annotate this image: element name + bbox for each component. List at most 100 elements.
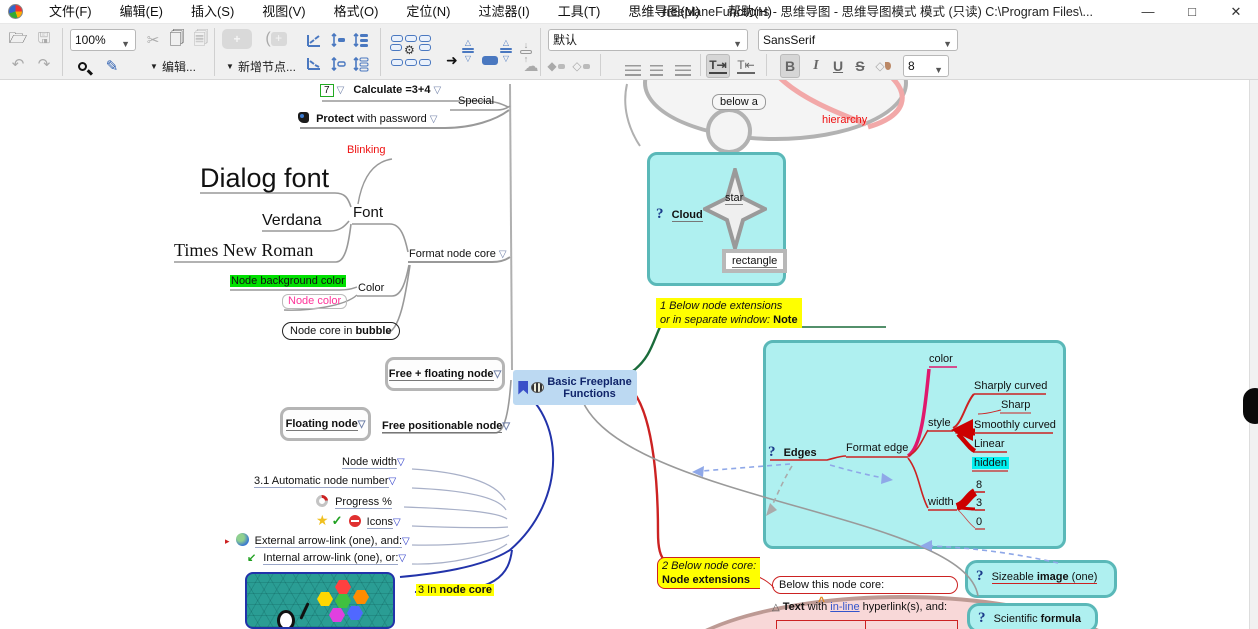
node-background-color[interactable]: Node background color [230, 275, 346, 287]
node-cloud[interactable]: ? Cloud [656, 206, 703, 223]
node-font[interactable]: Font [353, 204, 383, 221]
fold-triangle-icon[interactable]: ▽ [337, 85, 345, 96]
strikethrough-button[interactable]: S [850, 54, 870, 78]
menu-file[interactable]: 文件(F) [35, 0, 106, 24]
node-edge-style[interactable]: style [928, 417, 951, 429]
cloud-style-icon[interactable]: ☁ [520, 54, 542, 78]
unfold-one-level-icon[interactable]: △▽ [462, 38, 474, 62]
text-direction-ltr-icon[interactable]: T⇥ [706, 54, 730, 78]
menu-filter[interactable]: 过滤器(I) [464, 0, 543, 24]
fold-triangle-icon[interactable]: ▽ [397, 457, 405, 468]
node-free-positionable[interactable]: Free positionable node▽ [382, 420, 510, 432]
node-below-this-core[interactable]: Below this node core: [772, 576, 958, 594]
zoom-select[interactable]: 100%▼ [70, 29, 136, 51]
new-node-dropdown[interactable]: ▼新增节点... [218, 54, 304, 78]
copy-format-icon[interactable]: ◆ [545, 54, 567, 78]
italic-button[interactable]: I [806, 54, 826, 78]
node-color-group[interactable]: Color [358, 282, 384, 294]
fold-triangle-icon[interactable]: ▽ [430, 114, 438, 125]
rectangle-shape-node[interactable]: rectangle [722, 249, 787, 273]
indent-list-icon[interactable] [352, 52, 370, 76]
node-free-floating[interactable]: Free + floating node▽ [385, 357, 505, 391]
node-width-item[interactable]: Node width▽ [342, 456, 405, 468]
new-sibling-node-icon[interactable]: (+ [258, 29, 294, 49]
menu-tools[interactable]: 工具(T) [544, 0, 615, 24]
fold-triangle-icon[interactable]: ▽ [358, 419, 366, 430]
paste-icon[interactable]: 🗐 [190, 28, 212, 52]
node-times-new-roman[interactable]: Times New Roman [174, 240, 313, 261]
edit-pencil-icon[interactable]: ✎ [100, 54, 124, 78]
menu-insert[interactable]: 插入(S) [177, 0, 248, 24]
node-below-a[interactable]: below a [712, 94, 766, 110]
node-down-icon[interactable] [330, 52, 346, 76]
fold-triangle-icon[interactable]: ▽ [499, 249, 507, 260]
node-icons[interactable]: ★ ✓ Icons▽ [316, 512, 401, 529]
node-linear[interactable]: Linear [974, 438, 1005, 450]
search-icon[interactable] [70, 54, 94, 78]
node-blinking[interactable]: Blinking [347, 144, 386, 156]
fold-one-level-icon[interactable]: △▽ [500, 38, 512, 62]
node-floating[interactable]: Floating node▽ [280, 407, 371, 441]
node-verdana[interactable]: Verdana [262, 212, 322, 230]
node-text-hyperlink[interactable]: △ Text with in-line hyperlink(s), and: [772, 601, 947, 613]
minimize-button[interactable]: — [1126, 0, 1170, 24]
fold-triangle-icon[interactable]: ▽ [494, 369, 502, 380]
node-dialog-font[interactable]: Dialog font [200, 163, 329, 194]
underline-button[interactable]: U [828, 54, 848, 78]
node-width-3[interactable]: 3 [976, 497, 982, 509]
font-size-select[interactable]: 8▼ [903, 55, 949, 77]
node-external-link[interactable]: ▸ External arrow-link (one), and:▽ [225, 531, 410, 547]
close-button[interactable]: ✕ [1214, 0, 1258, 24]
outdent-list-icon[interactable] [352, 28, 370, 52]
cut-icon[interactable]: ✂ [142, 28, 164, 52]
node-in-core[interactable]: 3 In node core [416, 584, 494, 596]
copy-icon[interactable]: 🗍 [166, 28, 188, 52]
fold-triangle-icon[interactable]: ▽ [502, 421, 510, 432]
align-center-icon[interactable] [650, 58, 663, 82]
fold-triangle-icon[interactable]: ▽ [389, 476, 397, 487]
fold-triangle-icon[interactable]: ▽ [398, 553, 406, 564]
node-auto-number[interactable]: 3.1 Automatic node number▽ [254, 475, 396, 487]
text-direction-rtl-icon[interactable]: T⇤ [734, 54, 758, 78]
node-smoothly-curved[interactable]: Smoothly curved [974, 419, 1056, 431]
node-sharply-curved[interactable]: Sharply curved [974, 380, 1047, 392]
save-icon[interactable]: 🖫 [32, 28, 56, 52]
paste-format-icon[interactable]: ◇ [570, 54, 592, 78]
node-calculate[interactable]: 7 ▽ Calculate =3+4 ▽ [320, 84, 441, 96]
node-edge-width[interactable]: width [928, 496, 954, 508]
root-node-basic-freeplane-functions[interactable]: Basic FreeplaneFunctions [513, 370, 637, 405]
label-hierarchy[interactable]: hierarchy [822, 114, 867, 126]
node-width-8[interactable]: 8 [976, 479, 982, 491]
undo-icon[interactable]: ↶ [6, 52, 30, 76]
font-color-icon[interactable]: ◇ [872, 54, 894, 78]
sort-descending-icon[interactable] [306, 52, 324, 76]
vertical-scrollbar[interactable] [1249, 80, 1258, 629]
node-protect[interactable]: Protect with password ▽ [298, 111, 438, 125]
redo-icon[interactable]: ↷ [32, 52, 56, 76]
node-edge-color[interactable]: color [929, 353, 953, 365]
node-progress[interactable]: Progress % [316, 493, 392, 508]
new-child-node-icon[interactable]: + [222, 29, 252, 49]
style-select[interactable]: 默认▼ [548, 29, 748, 51]
fold-triangle-icon[interactable]: ▽ [402, 536, 410, 547]
maximize-button[interactable]: □ [1170, 0, 1214, 24]
node-special[interactable]: Special [458, 95, 494, 107]
node-width-0[interactable]: 0 [976, 516, 982, 528]
node-hidden[interactable]: hidden [972, 457, 1009, 469]
node-core-in-bubble[interactable]: Node core in bubble [282, 322, 400, 340]
node-up-icon[interactable] [330, 28, 346, 52]
node-sharp[interactable]: Sharp [1001, 399, 1030, 411]
fold-triangle-icon[interactable]: ▽ [393, 517, 401, 528]
sort-ascending-icon[interactable] [306, 28, 324, 52]
layout-options-icon[interactable]: ⚙ [390, 38, 431, 62]
node-scientific-formula[interactable]: ? Scientific formula [978, 610, 1081, 627]
node-sizeable-image[interactable]: ? Sizeable image (one) [976, 568, 1097, 585]
align-left-icon[interactable] [625, 58, 641, 82]
node-format-node-core[interactable]: Format node core ▽ [409, 248, 507, 260]
node-format-edge[interactable]: Format edge [846, 442, 908, 454]
bee-image-node[interactable] [245, 572, 395, 629]
node-edges[interactable]: ? Edges [768, 444, 817, 461]
fold-triangle-icon[interactable]: ▽ [434, 85, 442, 96]
menu-edit[interactable]: 编辑(E) [106, 0, 177, 24]
open-file-icon[interactable]: 🗁 [6, 28, 30, 52]
